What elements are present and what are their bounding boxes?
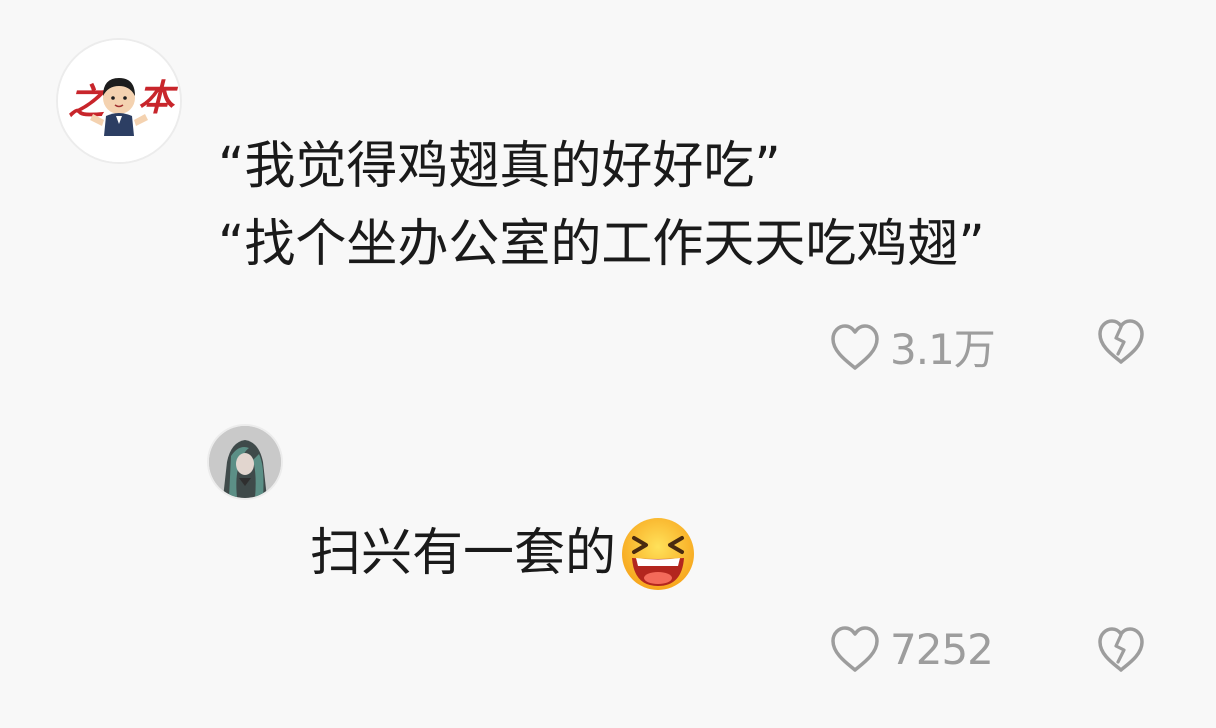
- avatar-text-right: 本: [138, 78, 179, 118]
- like-count: 3.1万: [890, 325, 996, 374]
- like-button[interactable]: 3.1万: [828, 316, 996, 377]
- reply-like-count: 7252: [890, 624, 994, 674]
- heart-outline-icon: [828, 624, 882, 674]
- avatar-image: [209, 426, 281, 498]
- avatar-text-left: 之: [68, 82, 106, 122]
- broken-heart-icon: [1096, 318, 1146, 366]
- reply-comment-text: 扫兴有一套的: [310, 514, 698, 594]
- reply-dislike-button[interactable]: [1096, 626, 1146, 674]
- reply-user-avatar[interactable]: [209, 426, 281, 498]
- reply-like-button[interactable]: 7252: [828, 624, 994, 674]
- broken-heart-icon: [1096, 626, 1146, 674]
- comment-thread: 之 本 “我觉得鸡翅真的好好吃” “找个坐办公室的工作天天吃鸡翅” 3.1万 扫…: [0, 0, 1216, 728]
- avatar-image: 之 本: [58, 40, 180, 162]
- comment-text: “我觉得鸡翅真的好好吃” “找个坐办公室的工作天天吃鸡翅”: [218, 128, 985, 284]
- reply-text: 扫兴有一套的: [310, 524, 617, 583]
- user-avatar[interactable]: 之 本: [58, 40, 180, 162]
- laughing-squint-emoji: [618, 514, 698, 594]
- comment-line: “找个坐办公室的工作天天吃鸡翅”: [218, 215, 985, 274]
- comment-line: “我觉得鸡翅真的好好吃”: [218, 137, 781, 196]
- heart-outline-icon: [828, 322, 882, 372]
- dislike-button[interactable]: [1096, 318, 1146, 366]
